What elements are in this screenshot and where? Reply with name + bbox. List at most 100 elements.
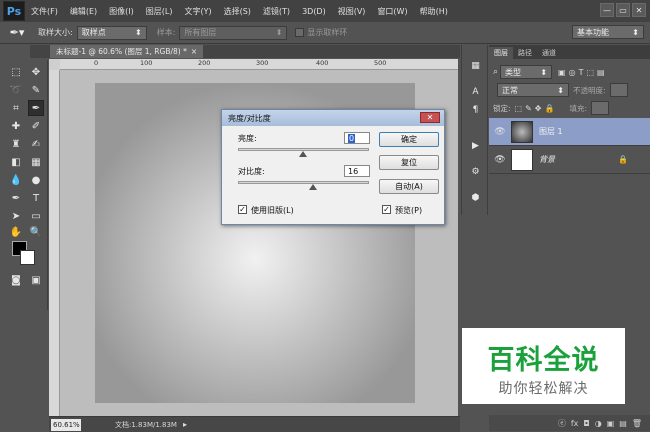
tab-channels[interactable]: 通道 — [537, 47, 561, 59]
workspace-select[interactable]: 基本功能 ⬍ — [572, 25, 644, 39]
contrast-slider-track[interactable] — [238, 181, 369, 184]
menu-3d[interactable]: 3D(D) — [296, 7, 332, 16]
group-icon[interactable]: ▣ — [607, 419, 615, 428]
filter-icons[interactable]: ▣◎T⬚▤ — [558, 68, 608, 77]
new-layer-icon[interactable]: ▤ — [619, 419, 627, 428]
document-tab[interactable]: 未标题-1 @ 60.6% (图层 1, RGB/8) * × — [50, 45, 204, 58]
menu-edit[interactable]: 编辑(E) — [64, 6, 103, 17]
blend-mode-select[interactable]: 正常 ⬍ — [497, 83, 569, 97]
menu-bar: Ps 文件(F) 编辑(E) 图像(I) 图层(L) 文字(Y) 选择(S) 滤… — [0, 0, 650, 22]
menu-help[interactable]: 帮助(H) — [414, 6, 454, 17]
menu-select[interactable]: 选择(S) — [218, 6, 257, 17]
ruler-tick: 400 — [316, 59, 329, 67]
opacity-field[interactable] — [609, 83, 628, 97]
history-panel-icon[interactable]: ▦ — [467, 57, 484, 74]
sample-select[interactable]: 所有图层 ⬍ — [179, 25, 288, 40]
history-brush-tool-icon[interactable]: ✍ — [28, 136, 44, 152]
dodge-tool-icon[interactable]: ● — [28, 172, 44, 188]
character-panel-icon[interactable]: A — [467, 83, 484, 100]
sample-size-select[interactable]: 取样点 ⬍ — [76, 25, 147, 40]
eyedropper-tool-icon[interactable]: ✒ — [28, 100, 44, 116]
tab-paths[interactable]: 路径 — [513, 47, 537, 59]
trash-icon[interactable]: 🗑 — [632, 419, 642, 428]
document-tab-title: 未标题-1 @ 60.6% (图层 1, RGB/8) * — [56, 47, 187, 56]
actions-panel-icon[interactable]: ▶ — [467, 137, 484, 154]
properties-panel-icon[interactable]: ⚙ — [467, 163, 484, 180]
preview-checkbox[interactable]: ✓ — [382, 205, 391, 214]
lasso-tool-icon[interactable]: ➰ — [8, 82, 24, 98]
reset-button[interactable]: 复位 — [379, 155, 439, 170]
ruler-tick: 0 — [94, 59, 99, 67]
chevron-down-icon: ⬍ — [632, 27, 639, 37]
watermark: 百科全说 助你轻松解决 — [462, 328, 625, 404]
menu-filter[interactable]: 滤镜(T) — [257, 6, 296, 17]
background-color-swatch[interactable] — [20, 250, 35, 265]
link-layers-icon[interactable]: ⓔ — [558, 418, 566, 429]
minimize-button[interactable]: — — [600, 3, 614, 17]
fill-field[interactable] — [591, 101, 609, 115]
hand-tool-icon[interactable]: ✋ — [8, 224, 24, 240]
close-icon[interactable]: ✕ — [420, 112, 440, 123]
rectangle-tool-icon[interactable]: ▭ — [28, 208, 44, 224]
blur-tool-icon[interactable]: 💧 — [8, 172, 24, 188]
lock-options-icons[interactable]: ⬚✎✥🔒 — [515, 104, 558, 113]
lock-icon: 🔒 — [618, 155, 628, 164]
brightness-input[interactable]: 0 — [344, 132, 370, 144]
tab-layers[interactable]: 图层 — [489, 47, 513, 59]
fx-icon[interactable]: fx — [571, 419, 579, 428]
status-menu-arrow-icon[interactable]: ▸ — [183, 420, 187, 429]
brightness-value: 0 — [348, 133, 356, 143]
paragraph-panel-icon[interactable]: ¶ — [467, 101, 484, 118]
gradient-tool-icon[interactable]: ▦ — [28, 154, 44, 170]
menu-image[interactable]: 图像(I) — [103, 6, 140, 17]
mask-icon[interactable]: ◘ — [583, 419, 589, 428]
marquee-tool-icon[interactable]: ⬚ — [8, 64, 24, 80]
path-select-tool-icon[interactable]: ➤ — [8, 208, 24, 224]
contrast-value: 16 — [348, 166, 359, 176]
use-legacy-checkbox[interactable]: ✓ — [238, 205, 247, 214]
zoom-level-field[interactable]: 60.61% — [51, 418, 81, 431]
contrast-slider-handle[interactable] — [309, 184, 318, 190]
eyedropper-preset-icon[interactable]: ✒▾ — [4, 24, 30, 42]
zoom-tool-icon[interactable]: 🔍 — [28, 224, 44, 240]
watermark-title: 百科全说 — [487, 345, 600, 376]
quick-mask-icon[interactable]: ◙ — [8, 272, 24, 288]
layer-row-background[interactable]: 👁 背景 🔒 — [489, 146, 650, 174]
clone-stamp-tool-icon[interactable]: ♜ — [8, 136, 24, 152]
brush-tool-icon[interactable]: ✐ — [28, 118, 44, 134]
auto-button[interactable]: 自动(A) — [379, 179, 439, 194]
eye-icon[interactable]: 👁 — [493, 155, 507, 165]
layer-filter-select[interactable]: 类型 ⬍ — [500, 65, 553, 79]
eraser-tool-icon[interactable]: ◧ — [8, 154, 24, 170]
close-tab-icon[interactable]: × — [191, 47, 197, 56]
3d-panel-icon[interactable]: ⬢ — [467, 189, 484, 206]
ruler-tick: 300 — [256, 59, 269, 67]
opacity-label: 不透明度: — [573, 85, 606, 95]
layer-thumbnail — [511, 148, 533, 171]
type-tool-icon[interactable]: T — [28, 190, 44, 206]
layer-name: 图层 1 — [539, 127, 563, 136]
contrast-input[interactable]: 16 — [344, 165, 370, 177]
menu-layer[interactable]: 图层(L) — [140, 6, 179, 17]
screen-mode-icon[interactable]: ▣ — [28, 272, 44, 288]
brightness-slider-handle[interactable] — [299, 151, 307, 157]
quick-select-tool-icon[interactable]: ✎ — [28, 82, 44, 98]
eye-icon[interactable]: 👁 — [493, 127, 507, 137]
menu-window[interactable]: 窗口(W) — [371, 6, 413, 17]
layers-panel-tabs: 图层 路径 通道 — [489, 45, 650, 59]
show-sampling-ring-label: 显示取样环 — [307, 28, 348, 37]
healing-brush-tool-icon[interactable]: ✚ — [8, 118, 24, 134]
dialog-title-bar[interactable]: 亮度/对比度 ✕ — [222, 110, 444, 126]
move-tool-icon[interactable]: ✥ — [28, 64, 44, 80]
menu-file[interactable]: 文件(F) — [25, 6, 64, 17]
crop-tool-icon[interactable]: ⌗ — [8, 100, 24, 116]
adjustment-icon[interactable]: ◑ — [595, 419, 602, 428]
close-window-button[interactable]: ✕ — [632, 3, 646, 17]
restore-button[interactable]: ▭ — [616, 3, 630, 17]
menu-type[interactable]: 文字(Y) — [178, 6, 217, 17]
layer-row-layer1[interactable]: 👁 图层 1 — [489, 118, 650, 146]
pen-tool-icon[interactable]: ✒ — [8, 190, 24, 206]
show-sampling-ring-checkbox[interactable] — [295, 28, 305, 37]
ok-button[interactable]: 确定 — [379, 132, 439, 147]
menu-view[interactable]: 视图(V) — [332, 6, 372, 17]
